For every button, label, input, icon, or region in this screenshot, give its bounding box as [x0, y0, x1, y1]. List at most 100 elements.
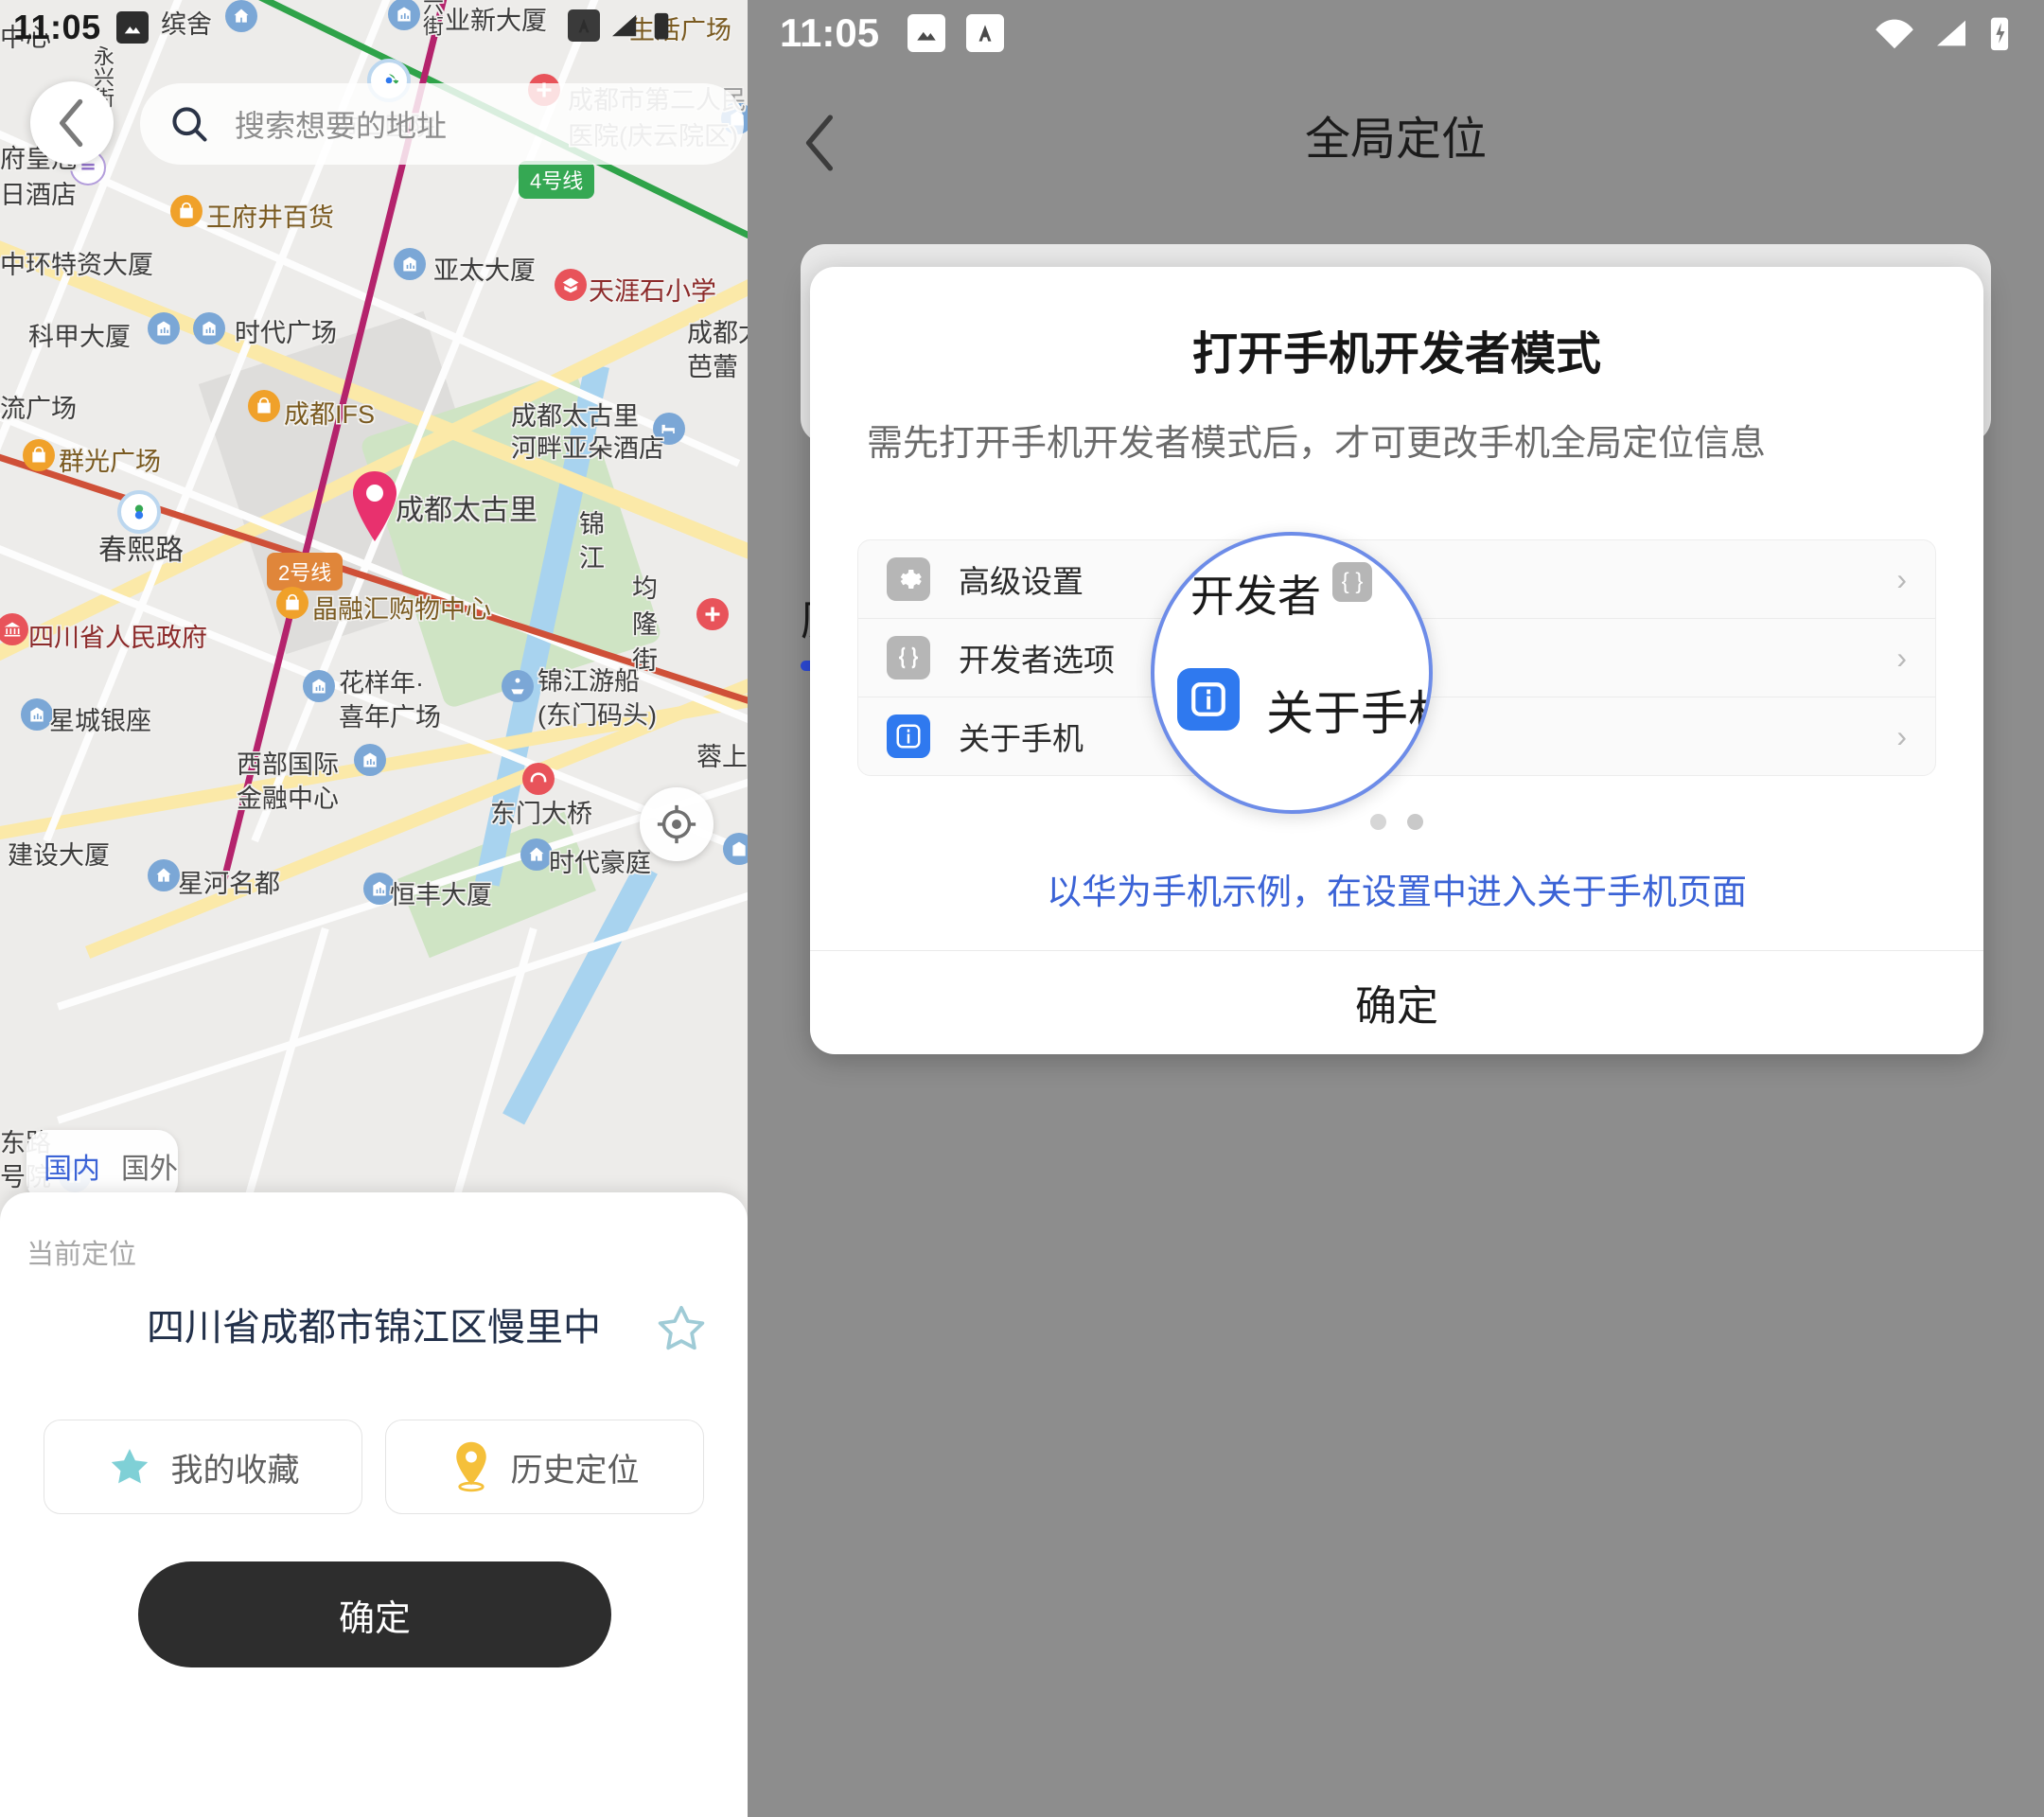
- preview-label: 高级设置: [959, 564, 1084, 599]
- selected-location-marker[interactable]: [348, 469, 401, 543]
- magnifier-bottom-label: 关于手机: [1266, 687, 1429, 740]
- gear-icon: [887, 557, 930, 601]
- map-label: 王府井百货: [206, 203, 334, 232]
- braces-icon: [887, 636, 930, 679]
- map-label: 亚太大厦: [433, 256, 536, 285]
- preview-label: 开发者选项: [959, 643, 1115, 678]
- map-label: 芭蕾: [687, 353, 738, 381]
- poi-building-icon: [303, 670, 335, 702]
- poi-building-icon: [354, 744, 386, 776]
- a-badge-icon: [568, 9, 600, 42]
- map-label: 喜年广场: [339, 703, 441, 732]
- map-label: 隆: [632, 610, 658, 639]
- header-back-button[interactable]: [802, 114, 838, 177]
- right-status-bar: 11:05: [748, 0, 2044, 66]
- poi-boat-icon: [502, 670, 534, 702]
- poi-hospital-icon: [696, 598, 729, 630]
- map-label: 六街: [420, 0, 444, 36]
- sheet-chip-row: 我的收藏 历史定位: [44, 1420, 704, 1514]
- map-label: 蓉上: [696, 743, 748, 771]
- dialog-confirm-button[interactable]: 确定: [810, 950, 1983, 1054]
- map-label: 均: [632, 574, 658, 603]
- map-label: 缤舍: [161, 10, 212, 39]
- back-chevron-icon: [59, 98, 83, 148]
- poi-building-icon: [21, 698, 53, 731]
- poi-shopping-icon: [170, 195, 203, 227]
- poi-shopping-icon: [276, 587, 308, 619]
- status-left-icons: [907, 14, 1005, 52]
- map-label: 流广场: [0, 395, 77, 423]
- geo-toggle-domestic[interactable]: 国内: [44, 1145, 100, 1187]
- my-favorites-button[interactable]: 我的收藏: [44, 1420, 362, 1514]
- dialog-hint: 以华为手机示例，在设置中进入关于手机页面: [1047, 873, 1747, 911]
- history-locations-button[interactable]: 历史定位: [385, 1420, 704, 1514]
- carousel-dots: [810, 814, 1983, 830]
- geo-scope-toggle[interactable]: 国内 国外: [26, 1130, 178, 1202]
- back-button[interactable]: [30, 81, 114, 165]
- poi-home-icon: [225, 0, 257, 32]
- sheet-confirm-button[interactable]: 确定: [138, 1561, 611, 1667]
- map-label-marker: 成都太古里: [396, 495, 537, 526]
- info-icon: [887, 714, 930, 758]
- map-label: 江: [579, 544, 605, 573]
- map-label: 花样年·: [339, 669, 424, 697]
- geo-toggle-overseas[interactable]: 国外: [121, 1145, 178, 1187]
- info-icon: [1177, 668, 1240, 731]
- back-chevron-icon: [805, 115, 834, 171]
- current-address: 四川省成都市锦江区慢里中: [147, 1307, 601, 1349]
- map-pin-icon: [455, 1441, 486, 1492]
- metro-badge-line2: 2号线: [267, 553, 344, 591]
- magnifier-top-label: 开发者: [1190, 572, 1321, 621]
- signal-icon: [1937, 20, 1965, 46]
- a-badge-icon: [966, 14, 1005, 52]
- poi-shopping-icon: [248, 390, 280, 422]
- dialog-title: 打开手机开发者模式: [1191, 329, 1601, 379]
- page-title: 全局定位: [1304, 115, 1487, 165]
- status-time: 11:05: [780, 10, 880, 55]
- map-label: 恒丰大厦: [390, 881, 492, 909]
- poi-building-icon: [148, 312, 180, 344]
- search-bar[interactable]: 搜索想要的地址: [140, 83, 744, 165]
- map-panel: 4号线 2号线 缤舍 业新大厦 生活广场 六街 永兴街 中心 府皇冠 日酒店 王…: [0, 0, 748, 1817]
- map-label: 河畔亚朵酒店: [511, 434, 664, 463]
- image-icon: [115, 11, 149, 44]
- map-label: 四川省人民政府: [28, 624, 207, 652]
- map-label: 成都太: [687, 319, 748, 347]
- left-status-bar: 11:05: [13, 8, 149, 47]
- map-label: 时代广场: [235, 319, 337, 347]
- crosshair-icon: [657, 804, 696, 844]
- poi-school-icon: [555, 269, 587, 301]
- poi-bridge-icon: [522, 763, 555, 795]
- map-label: 春熙路: [98, 535, 184, 566]
- braces-icon: { }: [1332, 562, 1372, 602]
- map-label: 西部国际: [237, 750, 339, 779]
- map-label: 锦: [579, 510, 605, 538]
- metro-badge-line4: 4号线: [519, 161, 595, 199]
- dialog-confirm-label: 确定: [1355, 983, 1438, 1030]
- magnifier-lens: { } 开发者 关于手机: [1151, 532, 1433, 814]
- search-icon: [172, 107, 207, 142]
- poi-building-icon: [394, 248, 426, 280]
- poi-home-icon: [520, 838, 553, 871]
- sheet-label: 当前定位: [26, 1240, 137, 1270]
- left-status-bar-icons: [568, 9, 672, 42]
- carousel-dot[interactable]: [1370, 814, 1386, 830]
- map-label: 建设大厦: [8, 841, 110, 870]
- battery-charging-icon: [1990, 17, 2009, 51]
- map-label: (东门码头): [537, 701, 657, 730]
- developer-mode-dialog: 打开手机开发者模式 需先打开手机开发者模式后，才可更改手机全局定位信息 高级设置…: [810, 267, 1983, 1054]
- map-label: 科甲大厦: [28, 323, 131, 351]
- chevron-right-icon: ›: [1896, 718, 1907, 753]
- map-label: 锦江游船: [537, 667, 640, 696]
- locate-me-button[interactable]: [640, 787, 714, 861]
- star-filled-icon: [111, 1449, 148, 1484]
- signal-icon: [612, 14, 637, 37]
- map-label: 东门大桥: [490, 800, 592, 828]
- map-label: 日酒店: [0, 181, 77, 209]
- chevron-right-icon: ›: [1896, 561, 1907, 596]
- map-label: 星河名都: [178, 870, 280, 898]
- status-right-icons: [1874, 14, 2012, 52]
- carousel-dot[interactable]: [1407, 814, 1423, 830]
- search-placeholder: 搜索想要的地址: [235, 109, 448, 143]
- wifi-icon: [1876, 19, 1913, 49]
